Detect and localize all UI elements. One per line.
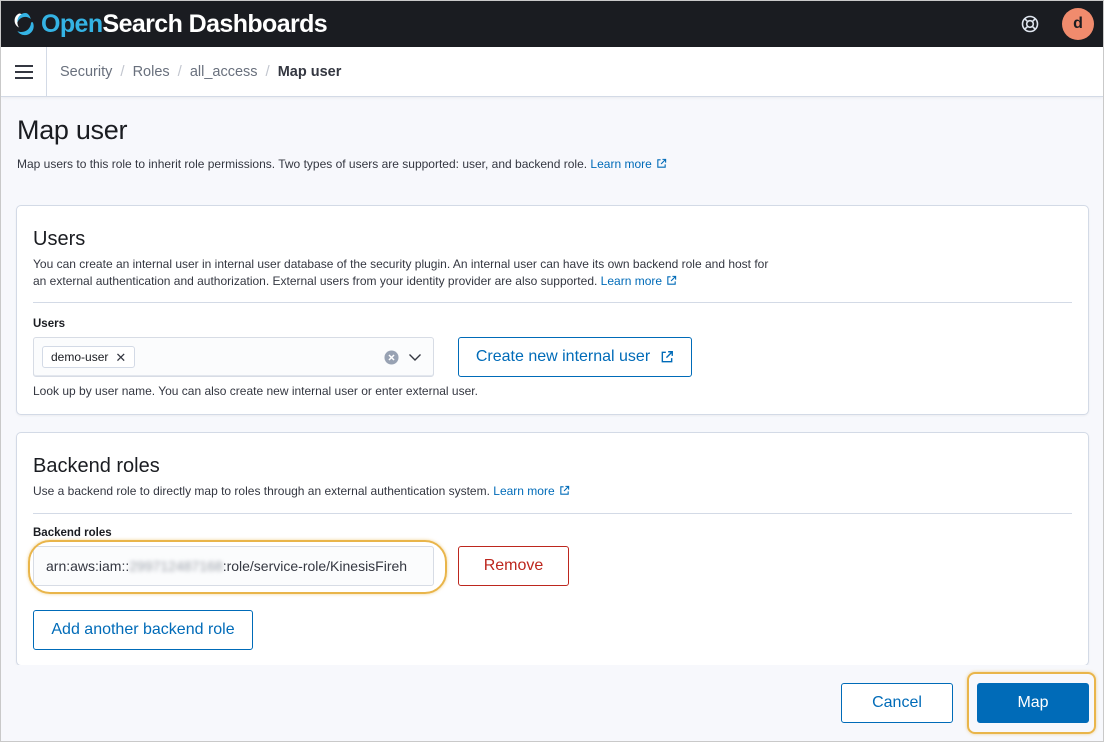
logo-text: OpenSearch Dashboards xyxy=(41,9,328,38)
hamburger-menu-icon xyxy=(14,64,33,79)
app-window: OpenSearch Dashboards d Security / Roles… xyxy=(0,0,1104,742)
users-learn-more-label: Learn more xyxy=(600,274,663,288)
clear-selection-icon[interactable] xyxy=(384,350,399,365)
create-internal-user-label: Create new internal user xyxy=(475,348,651,365)
page-description: Map users to this role to inherit role p… xyxy=(17,157,667,171)
page-learn-more-label: Learn more xyxy=(590,157,652,171)
users-panel-title: Users xyxy=(33,228,86,250)
backend-roles-description-text: Use a backend role to directly map to ro… xyxy=(33,484,490,498)
logo-text-open: Open xyxy=(41,9,103,38)
breadcrumb-separator: / xyxy=(265,63,270,80)
breadcrumb-map-user: Map user xyxy=(277,63,342,80)
page-title: Map user xyxy=(17,115,128,145)
backend-role-suffix: :role/service-role/KinesisFireh xyxy=(222,558,408,574)
breadcrumb-roles[interactable]: Roles xyxy=(133,64,170,80)
top-header: OpenSearch Dashboards d xyxy=(1,1,1103,47)
bottom-action-bar: Cancel Map xyxy=(1,665,1103,741)
backend-roles-panel: Backend roles Use a backend role to dire… xyxy=(16,432,1089,666)
backend-learn-more-link[interactable]: Learn more xyxy=(493,484,569,498)
users-field-label: Users xyxy=(33,318,65,330)
users-description-line1: You can create an internal user in inter… xyxy=(33,257,769,271)
external-link-icon xyxy=(657,158,666,168)
backend-role-prefix: arn:aws:iam:: xyxy=(46,558,130,574)
backend-roles-description: Use a backend role to directly map to ro… xyxy=(33,483,833,500)
create-internal-user-button[interactable]: Create new internal user xyxy=(458,337,692,377)
external-link-icon xyxy=(559,485,569,495)
map-button[interactable]: Map xyxy=(977,683,1089,723)
users-help-text: Look up by user name. You can also creat… xyxy=(33,384,478,398)
selected-user-label: demo-user xyxy=(51,350,109,364)
chevron-down-icon[interactable] xyxy=(408,350,422,364)
backend-roles-field-label: Backend roles xyxy=(33,527,112,539)
breadcrumb-all-access[interactable]: all_access xyxy=(190,64,258,80)
page-description-text: Map users to this role to inherit role p… xyxy=(17,157,588,171)
users-divider xyxy=(33,302,1072,303)
add-backend-role-button[interactable]: Add another backend role xyxy=(33,610,253,650)
backend-role-account-redacted: 299712487168 xyxy=(129,558,223,574)
users-description-line2: an external authentication and authoriza… xyxy=(33,273,833,290)
backend-roles-divider xyxy=(33,513,1072,514)
breadcrumb-security[interactable]: Security xyxy=(60,64,112,80)
breadcrumb-separator: / xyxy=(120,63,125,80)
backend-roles-panel-title: Backend roles xyxy=(33,455,160,477)
users-panel: Users You can create an internal user in… xyxy=(16,205,1089,415)
logo-text-rest: Search Dashboards xyxy=(102,9,328,38)
opensearch-logo-icon xyxy=(14,13,34,36)
users-learn-more-link[interactable]: Learn more xyxy=(601,274,677,288)
page-learn-more-link[interactable]: Learn more xyxy=(590,157,666,171)
selected-user-pill: demo-user ✕ xyxy=(42,346,136,368)
opensearch-logo[interactable]: OpenSearch Dashboards xyxy=(11,1,328,47)
user-avatar[interactable]: d xyxy=(1062,8,1094,40)
backend-learn-more-label: Learn more xyxy=(493,484,555,498)
cancel-button[interactable]: Cancel xyxy=(841,683,953,723)
users-description-line2-text: an external authentication and authoriza… xyxy=(33,274,598,288)
help-lifebuoy-icon[interactable] xyxy=(1020,14,1040,34)
users-panel-description: You can create an internal user in inter… xyxy=(33,256,833,290)
breadcrumb-separator: / xyxy=(177,63,182,80)
users-combobox[interactable]: demo-user ✕ xyxy=(33,337,434,377)
external-link-icon xyxy=(661,351,674,363)
breadcrumb: Security / Roles / all_access / Map user xyxy=(60,63,341,80)
breadcrumb-bar: Security / Roles / all_access / Map user xyxy=(1,46,1103,97)
remove-backend-role-button[interactable]: Remove xyxy=(458,546,569,586)
menu-toggle-button[interactable] xyxy=(1,46,47,97)
header-actions: d xyxy=(1020,1,1094,47)
backend-role-input[interactable]: arn:aws:iam::299712487168:role/service-r… xyxy=(33,546,434,586)
remove-user-icon[interactable]: ✕ xyxy=(115,351,126,364)
external-link-icon xyxy=(667,275,677,285)
